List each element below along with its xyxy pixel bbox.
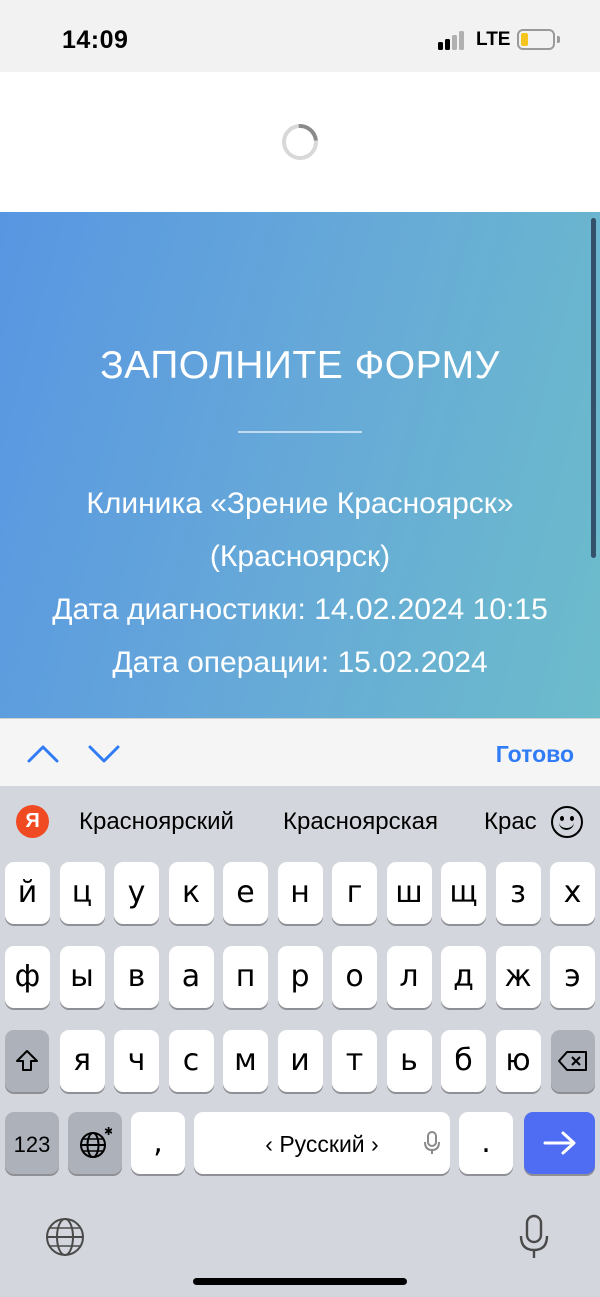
suggestion-1[interactable]: Красноярский	[79, 808, 234, 836]
battery-icon	[517, 29, 555, 50]
clinic-city: (Красноярск)	[209, 540, 391, 573]
key-2-5[interactable]: р	[277, 946, 323, 1008]
mic-small-icon	[424, 1131, 440, 1154]
key-1-1[interactable]: ц	[59, 862, 105, 924]
comma-key[interactable]: ,	[131, 1112, 185, 1174]
key-2-0[interactable]: ф	[5, 946, 50, 1008]
chevron-down-icon[interactable]	[87, 737, 121, 771]
arrow-right-icon	[543, 1131, 575, 1155]
yandex-logo-icon[interactable]: Я	[16, 805, 49, 838]
globe-key[interactable]: ✱	[68, 1112, 122, 1174]
key-1-9[interactable]: з	[495, 862, 541, 924]
key-2-2[interactable]: в	[114, 946, 159, 1008]
suggestion-2[interactable]: Красноярская	[283, 808, 438, 836]
return-key[interactable]	[524, 1112, 595, 1174]
space-key[interactable]: ‹ Русский ›	[194, 1112, 450, 1174]
key-3-8[interactable]: ю	[495, 1030, 541, 1092]
status-bar: 14:09 LTE	[0, 0, 600, 72]
key-3-3[interactable]: м	[223, 1030, 268, 1092]
key-3-7[interactable]: б	[441, 1030, 486, 1092]
key-2-7[interactable]: л	[386, 946, 432, 1008]
key-1-5[interactable]: н	[277, 862, 323, 924]
loading-area	[0, 72, 600, 212]
title-divider	[238, 431, 362, 433]
key-1-3[interactable]: к	[168, 862, 214, 924]
space-key-label: ‹ Русский ›	[265, 1131, 379, 1157]
battery-cap	[557, 36, 560, 43]
key-3-4[interactable]: и	[277, 1030, 323, 1092]
key-3-0[interactable]: я	[59, 1030, 105, 1092]
key-2-9[interactable]: ж	[495, 946, 541, 1008]
key-2-10[interactable]: э	[550, 946, 595, 1008]
shift-key[interactable]	[5, 1030, 49, 1092]
key-3-2[interactable]: с	[168, 1030, 214, 1092]
period-key-label: .	[481, 1125, 491, 1160]
comma-key-label: ,	[153, 1125, 163, 1160]
scroll-indicator[interactable]	[591, 218, 596, 558]
keyboard-accessory-bar: Готово	[0, 718, 600, 786]
key-3-6[interactable]: ь	[386, 1030, 432, 1092]
emoji-icon[interactable]	[551, 806, 583, 838]
status-time: 14:09	[62, 26, 129, 54]
key-1-6[interactable]: г	[332, 862, 377, 924]
diagnostics-date: Дата диагностики: 14.02.2024 10:15	[52, 593, 548, 626]
network-type: LTE	[476, 29, 511, 50]
operation-date: Дата операции: 15.02.2024	[112, 646, 488, 679]
signal-icon	[438, 30, 468, 50]
loading-spinner-icon	[274, 116, 326, 168]
key-2-8[interactable]: д	[441, 946, 486, 1008]
language-globe-icon[interactable]	[44, 1216, 86, 1258]
key-2-6[interactable]: о	[332, 946, 377, 1008]
keyboard: Я Красноярский Красноярская Красноярск й…	[0, 786, 600, 1297]
key-1-8[interactable]: щ	[441, 862, 486, 924]
suggestion-bar: Я Красноярский Красноярская Красноярск	[0, 786, 600, 856]
key-3-5[interactable]: т	[332, 1030, 377, 1092]
done-button[interactable]: Готово	[496, 741, 574, 768]
backspace-key[interactable]	[551, 1030, 595, 1092]
key-2-3[interactable]: а	[168, 946, 214, 1008]
dictation-mic-icon[interactable]	[518, 1214, 550, 1260]
page-title: ЗАПОЛНИТЕ ФОРМУ	[100, 344, 500, 387]
key-1-7[interactable]: ш	[386, 862, 432, 924]
globe-icon: ✱	[80, 1125, 113, 1158]
key-1-0[interactable]: й	[5, 862, 50, 924]
key-3-1[interactable]: ч	[114, 1030, 159, 1092]
home-indicator[interactable]	[193, 1278, 407, 1285]
key-2-4[interactable]: п	[223, 946, 268, 1008]
period-key[interactable]: .	[459, 1112, 513, 1174]
numbers-key[interactable]: 123	[5, 1112, 59, 1174]
key-1-2[interactable]: у	[114, 862, 159, 924]
svg-text:✱: ✱	[104, 1126, 112, 1138]
key-1-10[interactable]: х	[550, 862, 595, 924]
key-2-1[interactable]: ы	[59, 946, 105, 1008]
clinic-name: Клиника «Зрение Красноярск»	[86, 487, 514, 520]
numbers-key-label: 123	[13, 1132, 51, 1157]
form-header: ЗАПОЛНИТЕ ФОРМУ Клиника «Зрение Краснояр…	[0, 212, 600, 718]
chevron-up-icon[interactable]	[26, 737, 60, 771]
suggestion-3[interactable]: Красноярск	[484, 808, 536, 838]
key-1-4[interactable]: е	[223, 862, 268, 924]
